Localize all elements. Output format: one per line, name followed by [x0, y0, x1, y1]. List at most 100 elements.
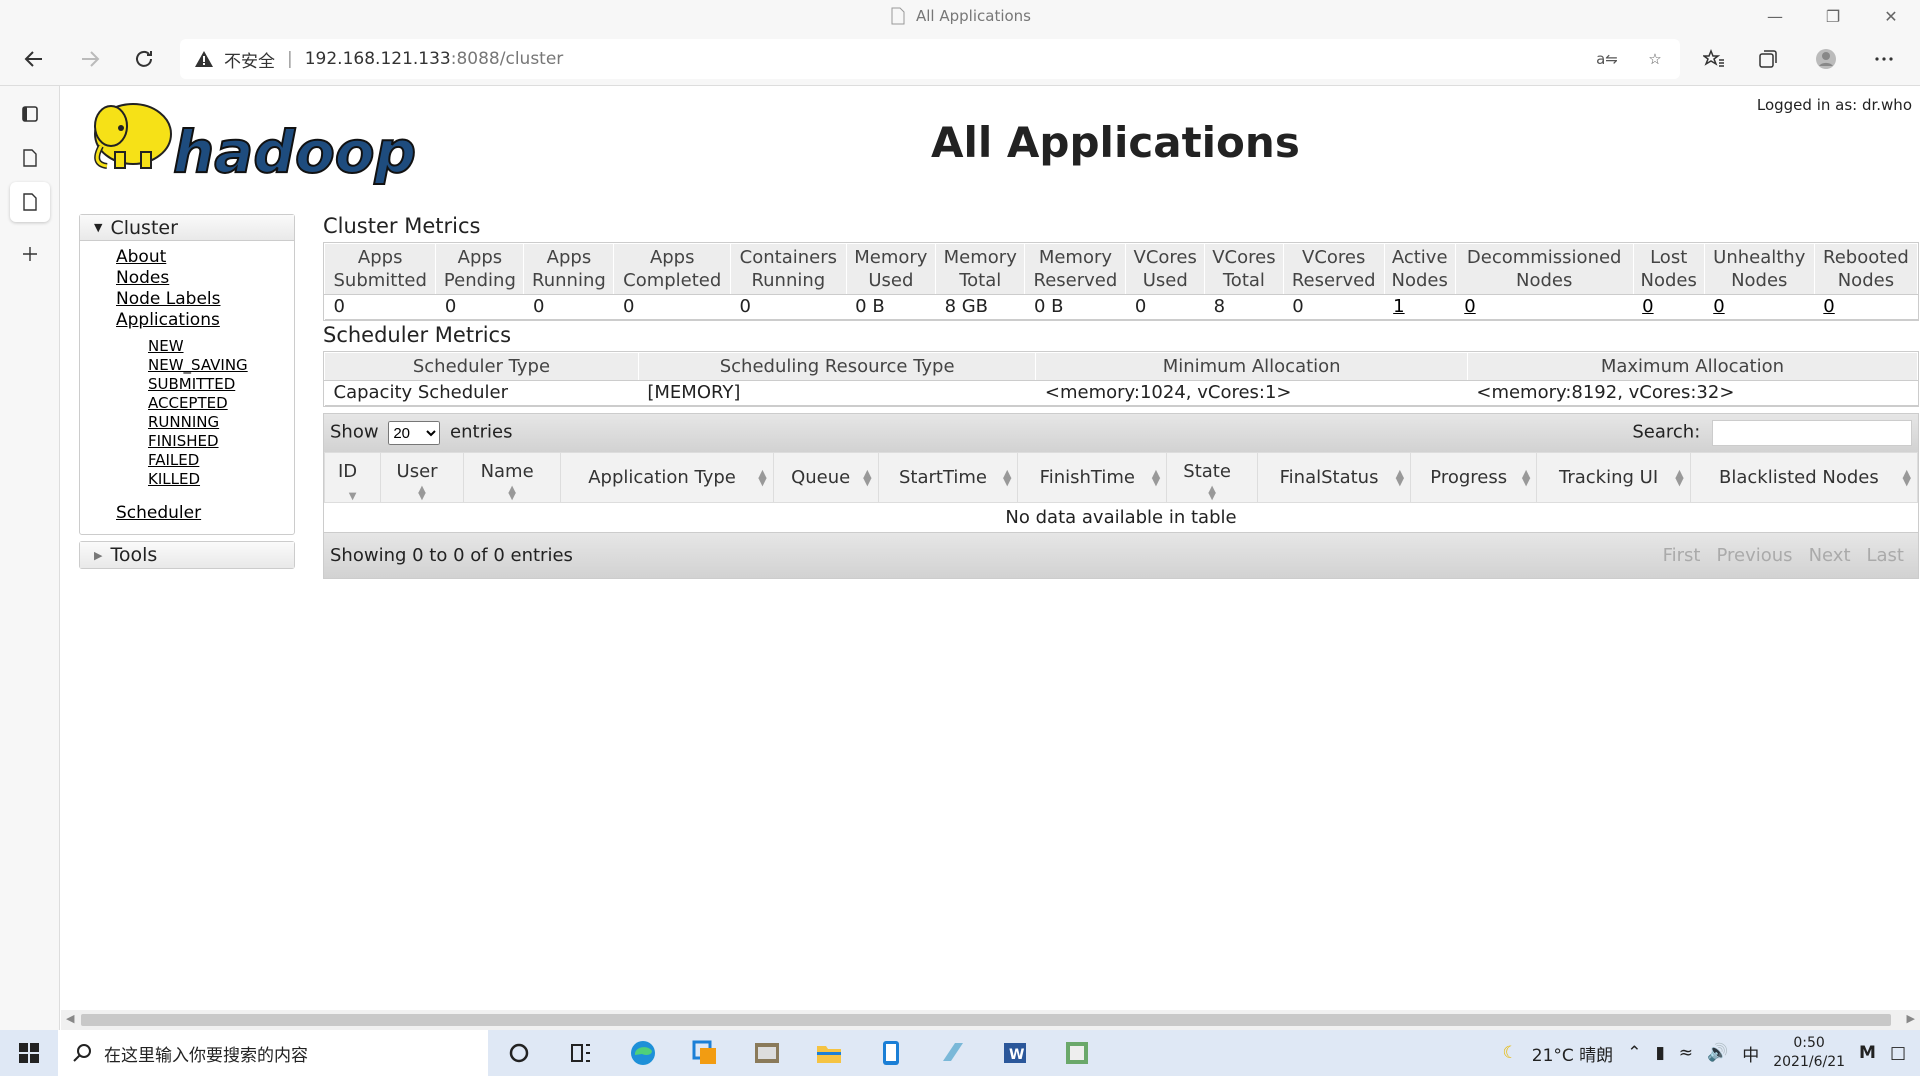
back-button[interactable]	[16, 41, 52, 77]
pager-first-button[interactable]: First	[1655, 540, 1709, 571]
column-header-state[interactable]: State ▲ ▼	[1166, 452, 1258, 503]
sort-arrows-icon: ▼	[348, 491, 357, 502]
scroll-right-icon[interactable]: ▶	[1907, 1012, 1915, 1025]
tools-section-header[interactable]: ▶ Tools	[80, 542, 294, 568]
taskbar-edge[interactable]	[612, 1030, 674, 1076]
read-aloud-icon[interactable]: a⇋	[1596, 48, 1618, 70]
nav-link-state-failed[interactable]: FAILED	[148, 451, 294, 470]
nav-link-applications[interactable]: Applications	[116, 310, 294, 331]
pager-previous-button[interactable]: Previous	[1708, 540, 1800, 571]
refresh-button[interactable]	[126, 41, 162, 77]
new-tab-button[interactable]	[10, 234, 50, 274]
taskbar-app-3[interactable]	[736, 1030, 798, 1076]
column-header-progress[interactable]: Progress ▲ ▼	[1410, 452, 1538, 503]
column-header-starttime[interactable]: StartTime ▲ ▼	[877, 452, 1019, 503]
pager-last-button[interactable]: Last	[1859, 540, 1913, 571]
cluster-metric-value: 0	[1283, 294, 1385, 320]
nav-link-node-labels[interactable]: Node Labels	[116, 289, 294, 310]
profile-button[interactable]	[1808, 41, 1844, 77]
scheduler-metrics-header-row: Scheduler Type Scheduling Resource Type Mi…	[324, 352, 1919, 381]
cluster-metric-link[interactable]: 1	[1393, 296, 1404, 317]
column-header-name[interactable]: Name ▲ ▼	[462, 452, 562, 503]
scroll-left-icon[interactable]: ◀	[66, 1012, 74, 1025]
column-header-id[interactable]: ID ▼	[323, 452, 382, 503]
taskbar-file-explorer[interactable]	[798, 1030, 860, 1076]
nav-link-state-new[interactable]: NEW	[148, 337, 294, 356]
collections-button[interactable]	[1750, 41, 1786, 77]
nav-link-state-running[interactable]: RUNNING	[148, 413, 294, 432]
logo-wordmark: hadoop	[173, 118, 416, 186]
cluster-metric-value: 0 B	[846, 294, 936, 320]
cluster-metric-value: 8	[1204, 294, 1284, 320]
pager-next-button[interactable]: Next	[1801, 540, 1859, 571]
nav-link-scheduler[interactable]: Scheduler	[116, 503, 294, 524]
nav-link-state-new-saving[interactable]: NEW_SAVING	[148, 356, 294, 375]
nav-link-state-submitted[interactable]: SUBMITTED	[148, 375, 294, 394]
tab-item-active[interactable]	[10, 182, 50, 222]
cluster-metric-value: 8 GB	[935, 294, 1025, 320]
column-header-finalstatus[interactable]: FinalStatus ▲ ▼	[1256, 452, 1412, 503]
minimize-button[interactable]: —	[1746, 0, 1804, 32]
volume-icon[interactable]: 🔊	[1707, 1043, 1728, 1063]
add-favorite-icon[interactable]: ☆	[1644, 48, 1666, 70]
tab-item-1[interactable]	[10, 138, 50, 178]
cluster-metric-link[interactable]: 0	[1464, 296, 1475, 317]
taskbar-search-box[interactable]: 在这里输入你要搜索的内容	[58, 1030, 488, 1076]
nav-link-nodes[interactable]: Nodes	[116, 268, 294, 289]
column-header-label: Progress	[1430, 466, 1508, 488]
cluster-metric-value: 0	[324, 294, 436, 320]
nav-link-state-accepted[interactable]: ACCEPTED	[148, 394, 294, 413]
start-button[interactable]	[0, 1030, 58, 1076]
taskbar-app-6[interactable]	[922, 1030, 984, 1076]
taskbar-app-5[interactable]	[860, 1030, 922, 1076]
nav-link-state-killed[interactable]: KILLED	[148, 470, 294, 489]
entries-per-page-select[interactable]: 20	[388, 421, 441, 445]
cluster-section-header[interactable]: ▼ Cluster	[80, 215, 294, 241]
column-header-queue[interactable]: Queue ▲ ▼	[772, 452, 879, 503]
favorites-button[interactable]	[1696, 41, 1732, 77]
wifi-icon[interactable]: ≈	[1679, 1043, 1693, 1063]
tray-expand-icon[interactable]: ⌃	[1627, 1043, 1641, 1063]
weather-text[interactable]: 21°C 晴朗	[1532, 1041, 1613, 1066]
taskbar-app-2[interactable]	[674, 1030, 736, 1076]
restore-button[interactable]: ❐	[1804, 0, 1862, 32]
column-header-label: Queue	[791, 466, 851, 488]
windows-taskbar: 在这里输入你要搜索的内容 W ☾ 21°C 晴朗 ⌃ ▮ ≈ 🔊 中 0:50 …	[0, 1030, 1920, 1076]
cluster-links: About Nodes Node Labels Applications NEW…	[80, 241, 294, 534]
taskbar-app-8[interactable]	[1046, 1030, 1108, 1076]
nav-link-state-finished[interactable]: FINISHED	[148, 432, 294, 451]
logged-in-text: Logged in as: dr.who	[1756, 96, 1912, 114]
cluster-metric-header-line: Running	[751, 270, 826, 291]
battery-icon[interactable]: ▮	[1655, 1043, 1664, 1063]
column-header-application-type[interactable]: Application Type ▲ ▼	[560, 452, 774, 503]
cluster-metrics-value-row: 000000 B8 GB 0 B08010000	[324, 294, 1918, 320]
column-header-user[interactable]: User ▲ ▼	[380, 452, 464, 503]
notifications-icon[interactable]: □	[1890, 1043, 1906, 1063]
app-m-icon[interactable]: M	[1859, 1043, 1876, 1063]
column-header-label: FinalStatus	[1279, 466, 1379, 488]
cortana-button[interactable]	[488, 1030, 550, 1076]
nav-link-about[interactable]: About	[116, 247, 294, 268]
browser-toolbar: 不安全 | 192.168.121.133:8088/cluster a⇋ ☆	[0, 32, 1920, 86]
column-header-tracking-ui[interactable]: Tracking UI ▲ ▼	[1536, 452, 1691, 503]
cluster-metric-link[interactable]: 0	[1823, 296, 1834, 317]
settings-menu-button[interactable]	[1866, 41, 1902, 77]
cluster-metric-link[interactable]: 0	[1713, 296, 1724, 317]
table-search-input[interactable]	[1712, 420, 1912, 446]
taskbar-word[interactable]: W	[984, 1030, 1046, 1076]
column-header-blacklisted-nodes[interactable]: Blacklisted Nodes ▲ ▼	[1689, 452, 1919, 503]
scrollbar-thumb[interactable]	[81, 1014, 1891, 1026]
ime-indicator[interactable]: 中	[1742, 1041, 1759, 1066]
horizontal-scrollbar[interactable]: ◀ ▶	[61, 1010, 1920, 1030]
clock-date: 2021/6/21	[1773, 1054, 1846, 1070]
hadoop-logo[interactable]: hadoop	[81, 94, 461, 194]
task-view-button[interactable]	[550, 1030, 612, 1076]
forward-button[interactable]	[72, 41, 108, 77]
column-header-finishtime[interactable]: FinishTime ▲ ▼	[1017, 452, 1168, 503]
cluster-metric-link[interactable]: 0	[1642, 296, 1653, 317]
tab-actions-button[interactable]	[10, 94, 50, 134]
address-bar[interactable]: 不安全 | 192.168.121.133:8088/cluster a⇋ ☆	[180, 39, 1680, 79]
system-clock[interactable]: 0:50 2021/6/21	[1773, 1034, 1845, 1072]
close-button[interactable]: ✕	[1862, 0, 1920, 32]
window-titlebar: All Applications — ❐ ✕	[0, 0, 1920, 32]
